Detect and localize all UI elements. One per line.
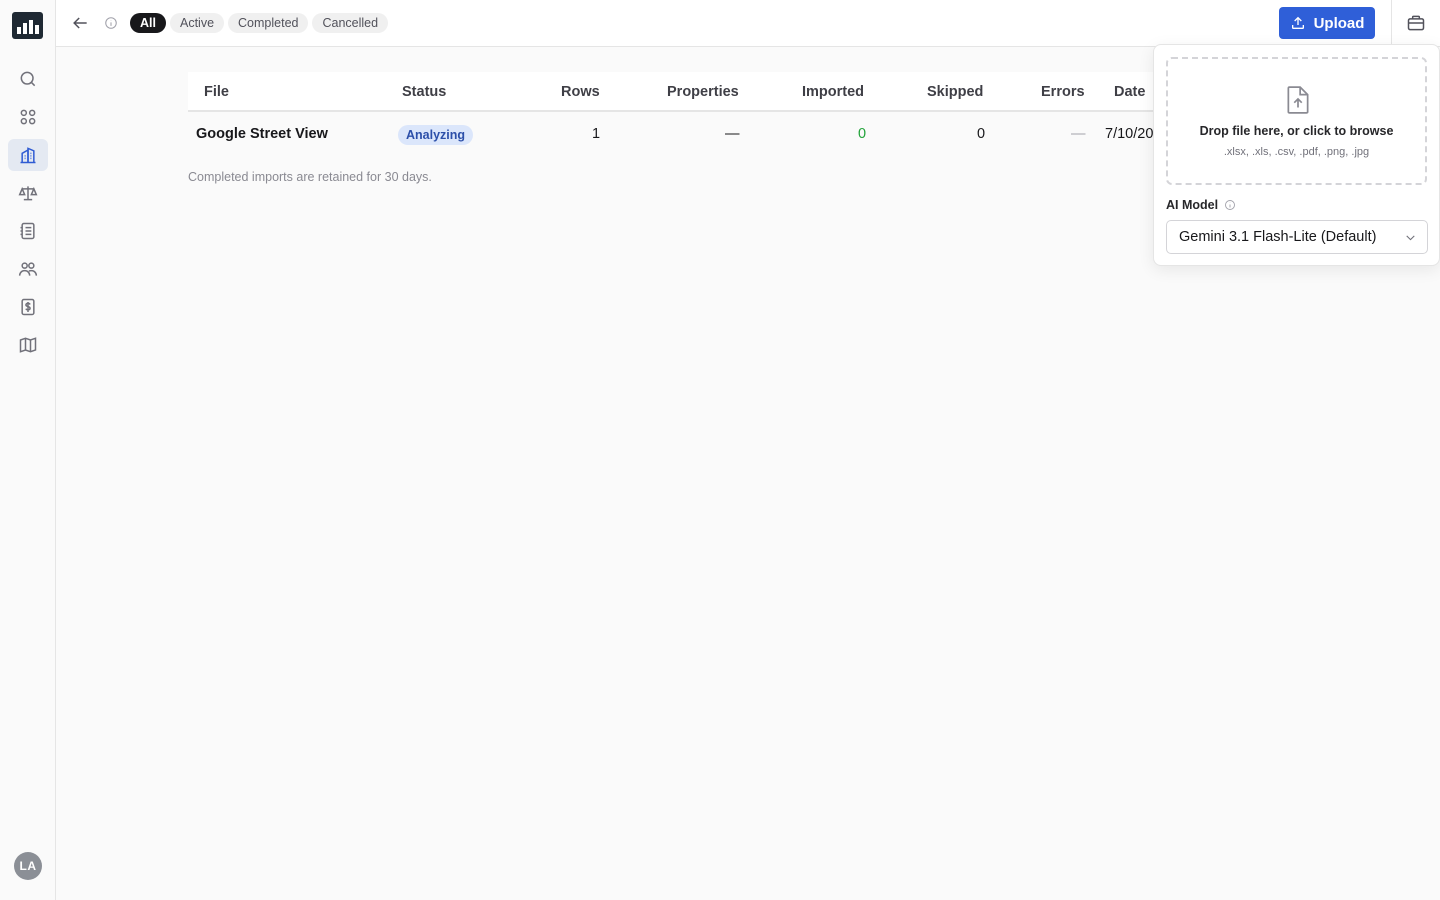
cell-date: 7/10/20 — [1105, 126, 1154, 142]
cell-properties: — — [725, 126, 740, 142]
sidebar-item-ledger[interactable] — [8, 215, 48, 247]
search-icon — [20, 71, 35, 87]
column-header-imported[interactable]: Imported — [802, 84, 864, 100]
model-label: AI Model — [1166, 198, 1236, 212]
column-header-properties[interactable]: Properties — [667, 84, 739, 100]
users-icon — [18, 262, 37, 276]
ledger-icon — [20, 222, 35, 240]
cell-errors: — — [1071, 126, 1086, 142]
model-select-value: Gemini 3.1 Flash-Lite (Default) — [1179, 229, 1377, 245]
column-header-rows[interactable]: Rows — [561, 84, 600, 100]
app-logo[interactable] — [12, 12, 43, 39]
cell-rows: 1 — [592, 126, 601, 142]
briefcase-icon[interactable] — [1406, 13, 1426, 33]
column-header-errors[interactable]: Errors — [1041, 84, 1085, 100]
column-header-status[interactable]: Status — [402, 84, 446, 100]
file-upload-icon — [1287, 86, 1309, 114]
sidebar: LA — [0, 0, 56, 900]
file-dropzone[interactable]: Drop file here, or click to browse .xlsx… — [1166, 57, 1427, 185]
model-label-text: AI Model — [1166, 198, 1219, 212]
app-root: LA All Active Completed Cancelled Upload… — [0, 0, 1440, 900]
map-icon — [19, 337, 36, 353]
upload-button[interactable]: Upload — [1279, 7, 1375, 39]
sidebar-item-contacts[interactable] — [8, 253, 48, 285]
sidebar-item-dashboard[interactable] — [8, 101, 48, 133]
tab-completed[interactable]: Completed — [228, 13, 309, 33]
top-bar: All Active Completed Cancelled Upload — [56, 0, 1440, 47]
divider — [1391, 0, 1392, 47]
scale-icon — [18, 186, 37, 201]
avatar[interactable]: LA — [14, 852, 42, 880]
tab-active[interactable]: Active — [169, 13, 225, 33]
grid-icon — [20, 109, 35, 125]
cell-file[interactable]: Google Street View — [196, 126, 328, 142]
table-row[interactable]: Google Street View Analyzing 1 — 0 0 — 7… — [188, 112, 1168, 158]
sidebar-item-search[interactable] — [8, 63, 48, 95]
sidebar-item-properties[interactable] — [7, 139, 48, 171]
model-select[interactable]: Gemini 3.1 Flash-Lite (Default) — [1166, 220, 1428, 254]
upload-popover: Drop file here, or click to browse .xlsx… — [1153, 44, 1440, 266]
column-header-file[interactable]: File — [204, 84, 229, 100]
column-header-skipped[interactable]: Skipped — [927, 84, 983, 100]
dollar-file-icon — [20, 298, 35, 316]
sidebar-item-legal[interactable] — [8, 177, 48, 209]
cell-skipped: 0 — [977, 126, 986, 142]
dropzone-title: Drop file here, or click to browse — [1199, 124, 1394, 138]
status-filter-tabs: All Active Completed Cancelled — [130, 13, 389, 33]
imports-table: File Status Rows Properties Imported Ski… — [188, 72, 1168, 158]
sidebar-item-map[interactable] — [8, 329, 48, 361]
sidebar-item-finance[interactable] — [8, 291, 48, 323]
buildings-icon — [20, 147, 35, 164]
info-icon[interactable] — [1224, 199, 1236, 211]
upload-button-label: Upload — [1313, 14, 1365, 32]
status-badge: Analyzing — [398, 125, 474, 145]
cell-imported: 0 — [858, 126, 867, 142]
back-arrow-icon[interactable] — [70, 13, 90, 33]
dropzone-formats: .xlsx, .xls, .csv, .pdf, .png, .jpg — [1223, 146, 1370, 158]
retention-note: Completed imports are retained for 30 da… — [188, 170, 432, 184]
upload-icon — [1291, 16, 1304, 29]
table-header: File Status Rows Properties Imported Ski… — [188, 72, 1168, 112]
tab-cancelled[interactable]: Cancelled — [312, 13, 389, 33]
sidebar-nav — [7, 63, 48, 361]
column-header-date[interactable]: Date — [1114, 84, 1145, 100]
tab-all[interactable]: All — [130, 13, 166, 33]
info-icon[interactable] — [104, 16, 118, 30]
chevron-down-icon — [1406, 235, 1415, 241]
